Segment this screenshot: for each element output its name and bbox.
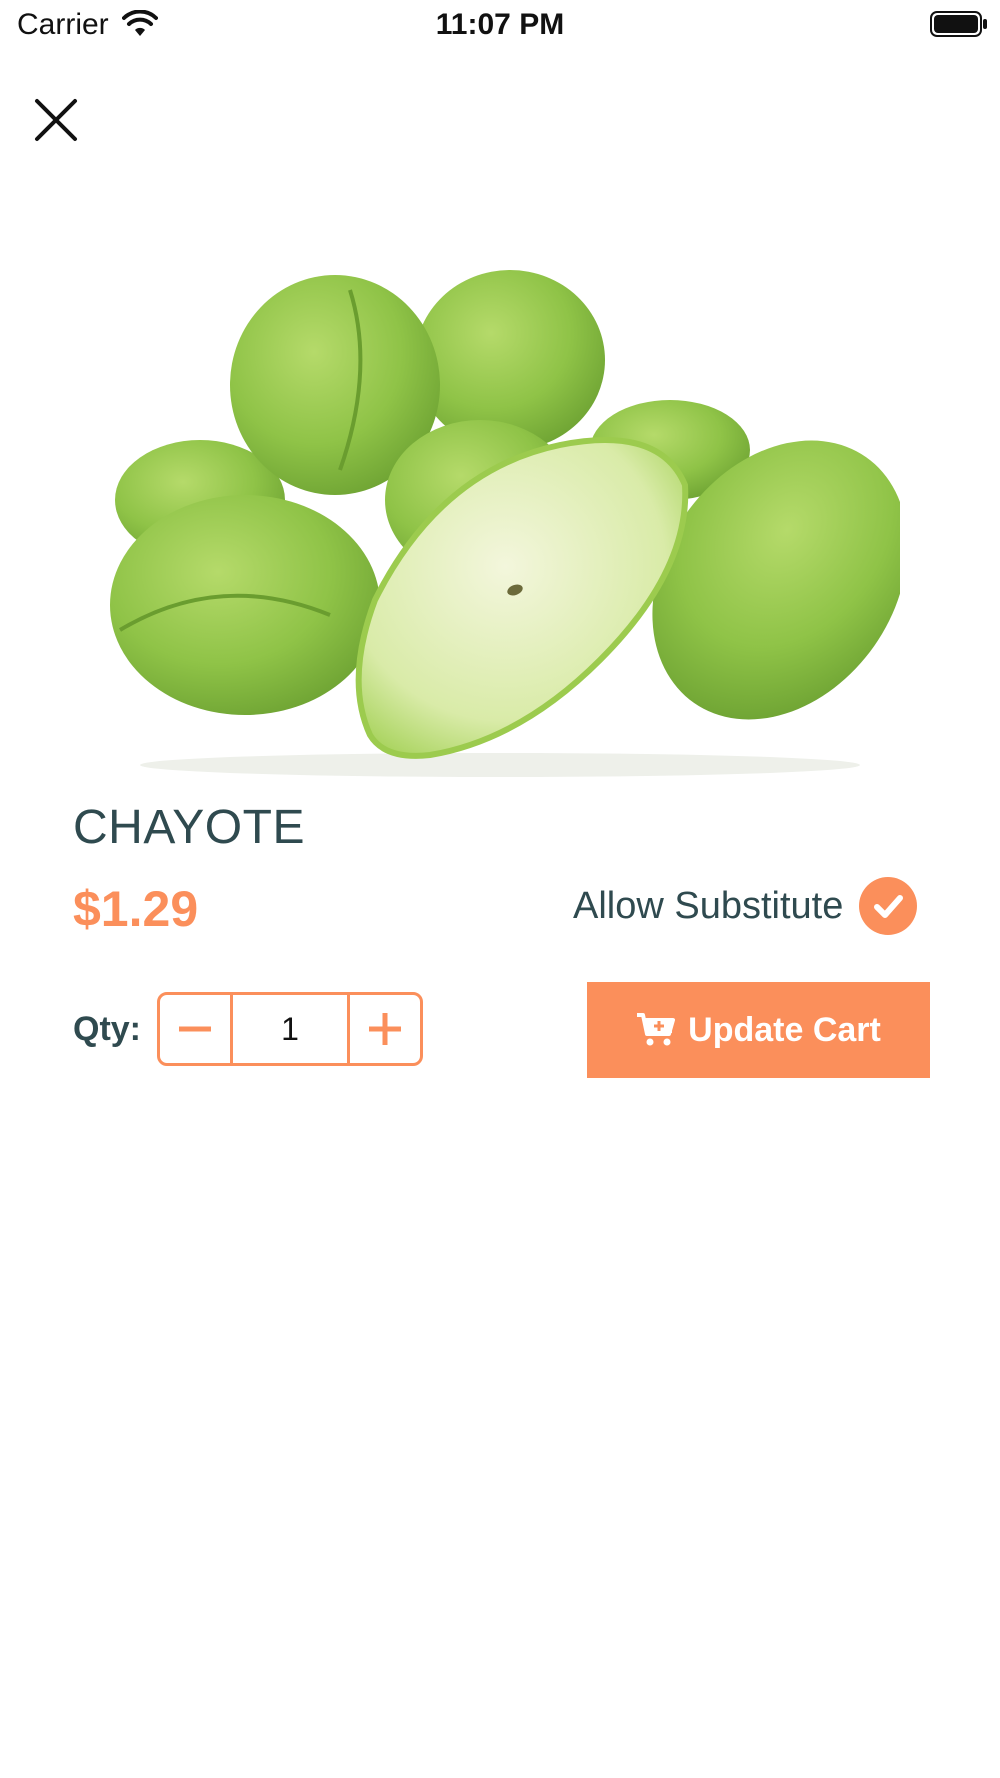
product-price: $1.29	[73, 881, 199, 937]
quantity-value[interactable]: 1	[230, 995, 350, 1063]
check-circle-icon[interactable]	[859, 877, 918, 935]
product-name: CHAYOTE	[73, 801, 305, 854]
update-cart-label: Update Cart	[688, 1010, 881, 1049]
minus-icon	[179, 1026, 211, 1032]
chayote-image	[110, 270, 900, 777]
qty-label: Qty:	[73, 1010, 141, 1048]
update-cart-button[interactable]: Update Cart	[587, 982, 930, 1078]
allow-substitute-toggle[interactable]: Allow Substitute	[573, 877, 918, 935]
status-time: 11:07 PM	[435, 8, 565, 41]
close-button[interactable]	[30, 94, 82, 146]
decrement-button[interactable]	[160, 995, 230, 1063]
status-bar: Carrier 11:07 PM	[0, 0, 1000, 52]
product-detail-screen: Carrier 11:07 PM CHAYOTE $1.29 Allow Sub…	[0, 0, 1000, 1778]
battery-icon	[930, 11, 987, 37]
plus-icon	[369, 1013, 401, 1045]
close-icon	[35, 99, 77, 141]
increment-button[interactable]	[350, 995, 420, 1063]
allow-substitute-label: Allow Substitute	[573, 884, 844, 927]
cart-plus-icon	[637, 1013, 676, 1046]
quantity-stepper: 1	[157, 992, 423, 1066]
